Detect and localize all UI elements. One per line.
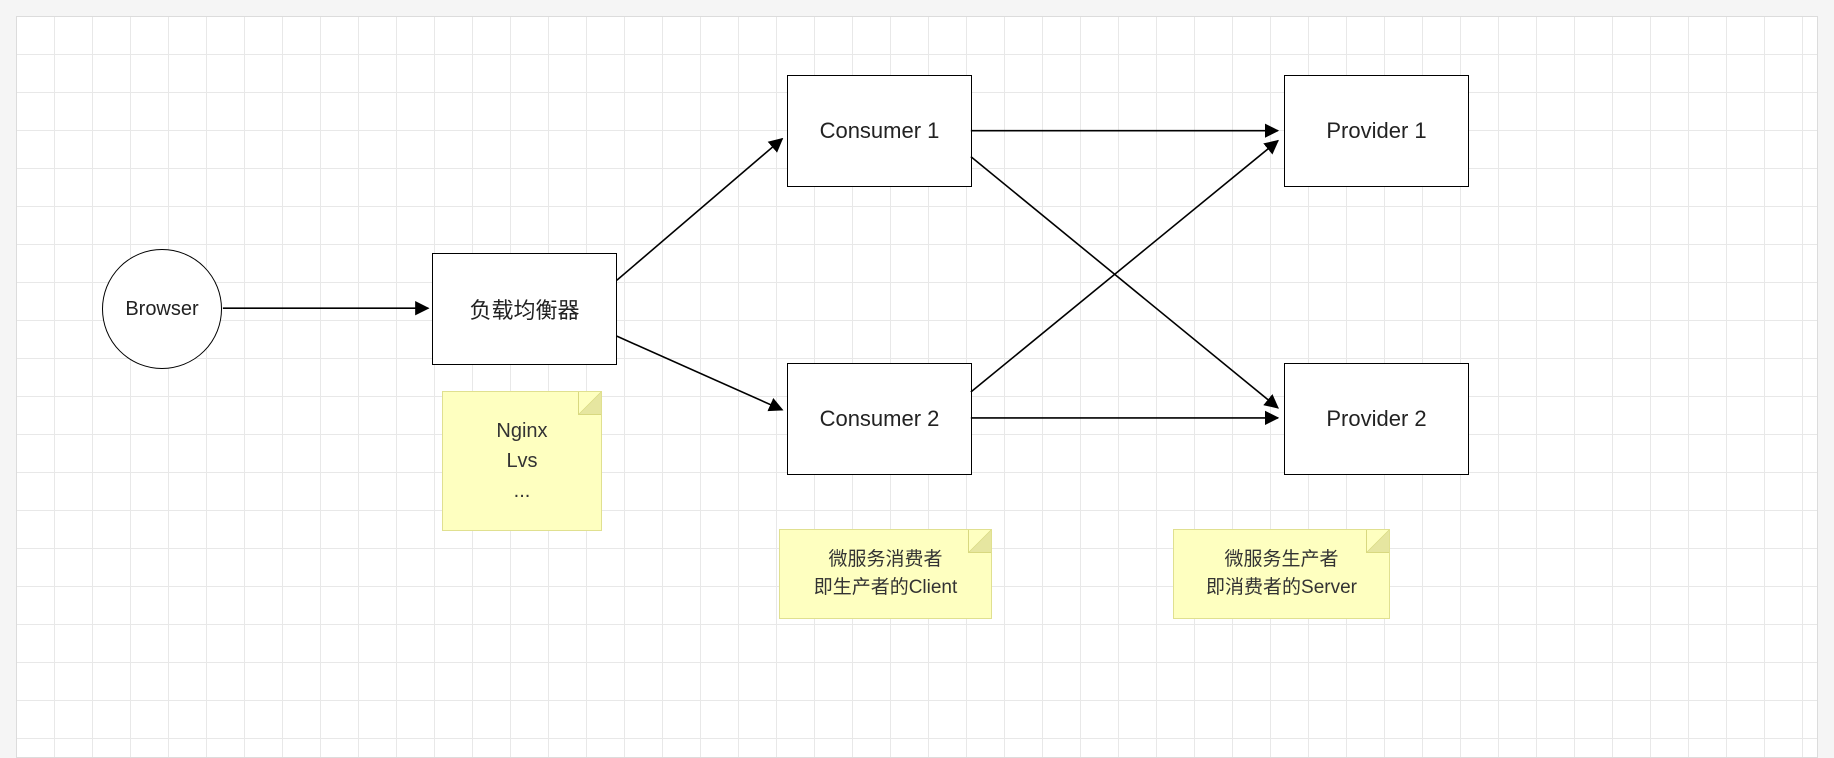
sticky-consumer-note[interactable]: 微服务消费者 即生产者的Client xyxy=(779,529,992,619)
sticky-lb-note[interactable]: Nginx Lvs ... xyxy=(442,391,602,531)
node-consumer-2[interactable]: Consumer 2 xyxy=(787,363,972,475)
sticky-provider-line1: 微服务生产者 xyxy=(1224,546,1338,575)
edge-c2-p1 xyxy=(971,141,1278,392)
sticky-consumer-line2: 即生产者的Client xyxy=(814,574,958,603)
diagram-canvas[interactable]: Browser 负载均衡器 Consumer 1 Consumer 2 Prov… xyxy=(16,16,1818,758)
node-provider-2[interactable]: Provider 2 xyxy=(1284,363,1469,475)
sticky-provider-line2: 即消费者的Server xyxy=(1206,574,1357,603)
edge-lb-consumer1 xyxy=(617,139,783,281)
node-consumer-1[interactable]: Consumer 1 xyxy=(787,75,972,187)
node-consumer-2-label: Consumer 2 xyxy=(820,406,940,432)
sticky-lb-line2: Lvs xyxy=(506,446,537,476)
node-provider-2-label: Provider 2 xyxy=(1326,406,1426,432)
node-consumer-1-label: Consumer 1 xyxy=(820,118,940,144)
node-browser[interactable]: Browser xyxy=(102,249,222,369)
node-provider-1[interactable]: Provider 1 xyxy=(1284,75,1469,187)
edge-c1-p2 xyxy=(971,157,1278,408)
node-load-balancer-label: 负载均衡器 xyxy=(469,293,579,325)
node-browser-label: Browser xyxy=(125,298,198,321)
sticky-lb-line1: Nginx xyxy=(496,416,547,446)
sticky-consumer-line1: 微服务消费者 xyxy=(828,546,942,575)
node-provider-1-label: Provider 1 xyxy=(1326,118,1426,144)
edge-lb-consumer2 xyxy=(617,336,783,410)
sticky-lb-line3: ... xyxy=(514,476,531,506)
sticky-provider-note[interactable]: 微服务生产者 即消费者的Server xyxy=(1173,529,1390,619)
node-load-balancer[interactable]: 负载均衡器 xyxy=(432,253,617,365)
